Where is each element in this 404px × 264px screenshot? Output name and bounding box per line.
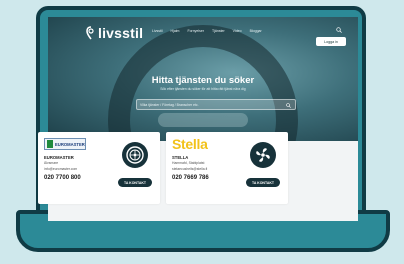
contact-button-label: TA KONTAKT (123, 180, 147, 185)
euromaster-logo: EUROMASTER (44, 138, 86, 150)
brand-name: livsstil (98, 25, 144, 41)
contact-button[interactable]: TA KONTAKT (246, 178, 280, 187)
nav-link-video[interactable]: Video (233, 29, 242, 33)
contact-button[interactable]: TA KONTAKT (118, 178, 152, 187)
search-icon[interactable] (336, 27, 342, 33)
nav-links: Livsstil Hjalm Fornyelser Tjänster Video… (152, 29, 262, 33)
logo-icon (86, 26, 94, 40)
card-phone[interactable]: 020 7669 786 (172, 175, 209, 181)
card-phone[interactable]: 020 7700 800 (44, 175, 81, 181)
stella-logo: Stella (172, 136, 208, 152)
login-button[interactable]: Logga in (316, 37, 346, 46)
tire-icon (122, 142, 148, 168)
hero-title: Hitta tjänsten du söker (151, 75, 255, 86)
nav-link-fornyelser[interactable]: Fornyelser (187, 29, 204, 33)
brand-logo[interactable]: livsstil (86, 25, 143, 41)
card-city: Hammafd, Stablplatst (172, 161, 205, 165)
euromaster-logo-mark (47, 140, 53, 148)
service-card-stella[interactable]: Stella STELLA Hammafd, Stablplatst stela… (166, 132, 288, 204)
hero-search-input[interactable] (140, 101, 280, 109)
card-email[interactable]: info@euromaster.com (44, 167, 77, 171)
nav-link-tjanster[interactable]: Tjänster (212, 29, 225, 33)
hero-search-box[interactable] (136, 99, 296, 110)
card-email[interactable]: stelaecushells@stella.fi (172, 167, 207, 171)
fan-icon-graphic (256, 148, 270, 162)
nav-link-livsstil[interactable]: Livsstil (152, 29, 163, 33)
service-card-euromaster[interactable]: EUROMASTER EUROMASTER Älvsmare info@euro… (38, 132, 160, 204)
contact-button-label: TA KONTAKT (251, 180, 275, 185)
nav-link-bloggar[interactable]: Bloggar (250, 29, 262, 33)
login-button-label: Logga in (324, 39, 338, 44)
top-navigation: livsstil Livsstil Hjalm Fornyelser Tjäns… (48, 17, 358, 47)
card-name: STELLA (172, 155, 189, 160)
hero-banner: livsstil Livsstil Hjalm Fornyelser Tjäns… (48, 17, 358, 141)
hero-wheel-spoke (158, 113, 248, 127)
card-name: EUROMASTER (44, 155, 74, 160)
nav-link-hjalm[interactable]: Hjalm (171, 29, 180, 33)
fan-icon (250, 142, 276, 168)
euromaster-logo-text: EUROMASTER (55, 141, 85, 147)
search-icon[interactable] (286, 103, 291, 108)
hero-subtitle: Sök efter tjänsten du söker för att hitt… (160, 87, 246, 91)
tire-icon-graphic (126, 146, 144, 164)
card-city: Älvsmare (44, 161, 59, 165)
